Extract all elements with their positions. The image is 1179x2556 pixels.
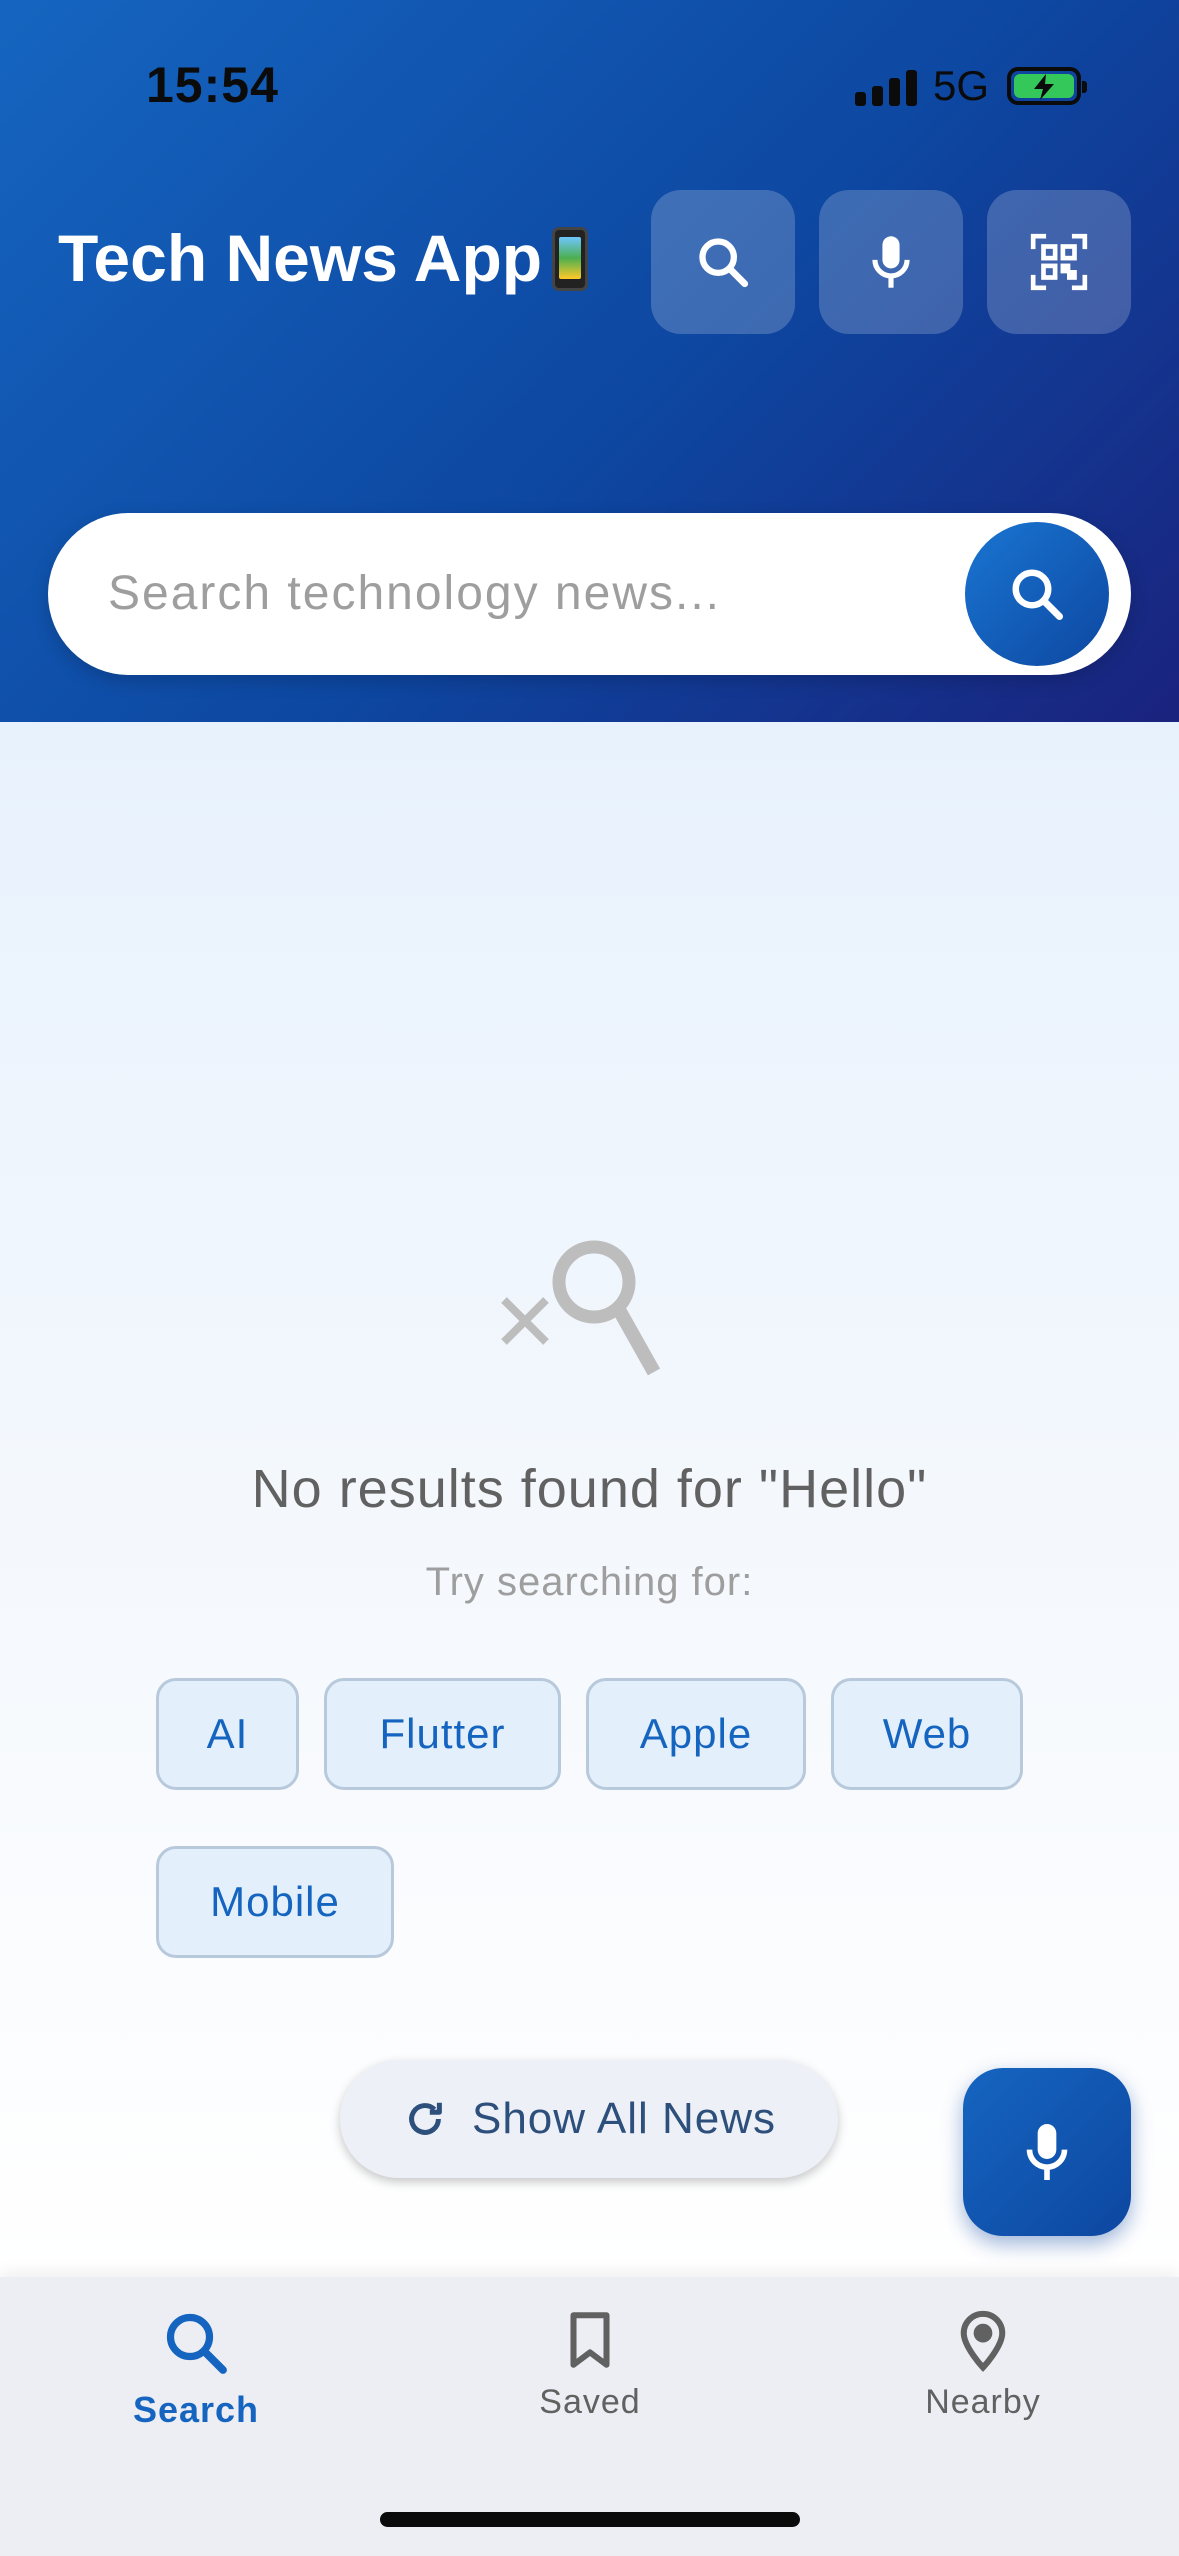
home-indicator <box>380 2512 800 2527</box>
search-input[interactable] <box>108 553 958 633</box>
search-icon <box>699 238 749 288</box>
battery-charging-icon <box>1007 67 1087 105</box>
network-type: 5G <box>932 62 989 109</box>
search-submit-button[interactable] <box>965 522 1109 666</box>
app-title-text: Tech News App <box>58 221 543 295</box>
suggestion-chip-ai[interactable]: AI <box>156 1678 299 1790</box>
suggestion-chip-mobile[interactable]: Mobile <box>156 1846 394 1958</box>
search-icon <box>166 2313 227 2374</box>
show-all-news-label: Show All News <box>471 2094 776 2143</box>
show-all-news-button[interactable]: Show All News <box>340 2060 838 2178</box>
suggestion-chip-apple[interactable]: Apple <box>586 1678 806 1790</box>
refresh-icon <box>409 2102 442 2135</box>
header-search-button[interactable] <box>651 190 795 334</box>
app-title: Tech News App <box>58 220 589 296</box>
header-qr-scan-button[interactable] <box>987 190 1131 334</box>
mic-icon <box>1026 2124 1068 2180</box>
voice-search-fab[interactable] <box>963 2068 1131 2236</box>
no-results-title: No results found for "Hello" <box>251 1459 928 1519</box>
status-indicators: 5G <box>854 62 1087 110</box>
nav-label-nearby: Nearby <box>925 2383 1041 2421</box>
nav-label-search: Search <box>132 2389 260 2430</box>
mobile-phone-emoji-icon <box>552 227 589 291</box>
location-pin-icon <box>960 2310 1006 2372</box>
cellular-signal-icon <box>854 66 917 106</box>
search-off-icon <box>501 1240 661 1376</box>
nav-label-saved: Saved <box>539 2383 641 2421</box>
nav-item-nearby[interactable]: Nearby <box>833 2307 1133 2422</box>
nav-item-search[interactable]: Search <box>46 2307 346 2431</box>
mic-icon <box>872 236 910 288</box>
search-icon <box>1012 569 1063 620</box>
header-voice-button[interactable] <box>819 190 963 334</box>
suggestion-chip-flutter[interactable]: Flutter <box>324 1678 561 1790</box>
bookmark-icon <box>570 2312 610 2368</box>
suggestion-chip-web[interactable]: Web <box>831 1678 1023 1790</box>
qr-scan-icon <box>1030 233 1088 291</box>
nav-item-saved[interactable]: Saved <box>440 2307 740 2422</box>
status-time: 15:54 <box>146 57 279 113</box>
search-bar <box>48 513 1131 675</box>
no-results-subtitle: Try searching for: <box>425 1560 754 1604</box>
